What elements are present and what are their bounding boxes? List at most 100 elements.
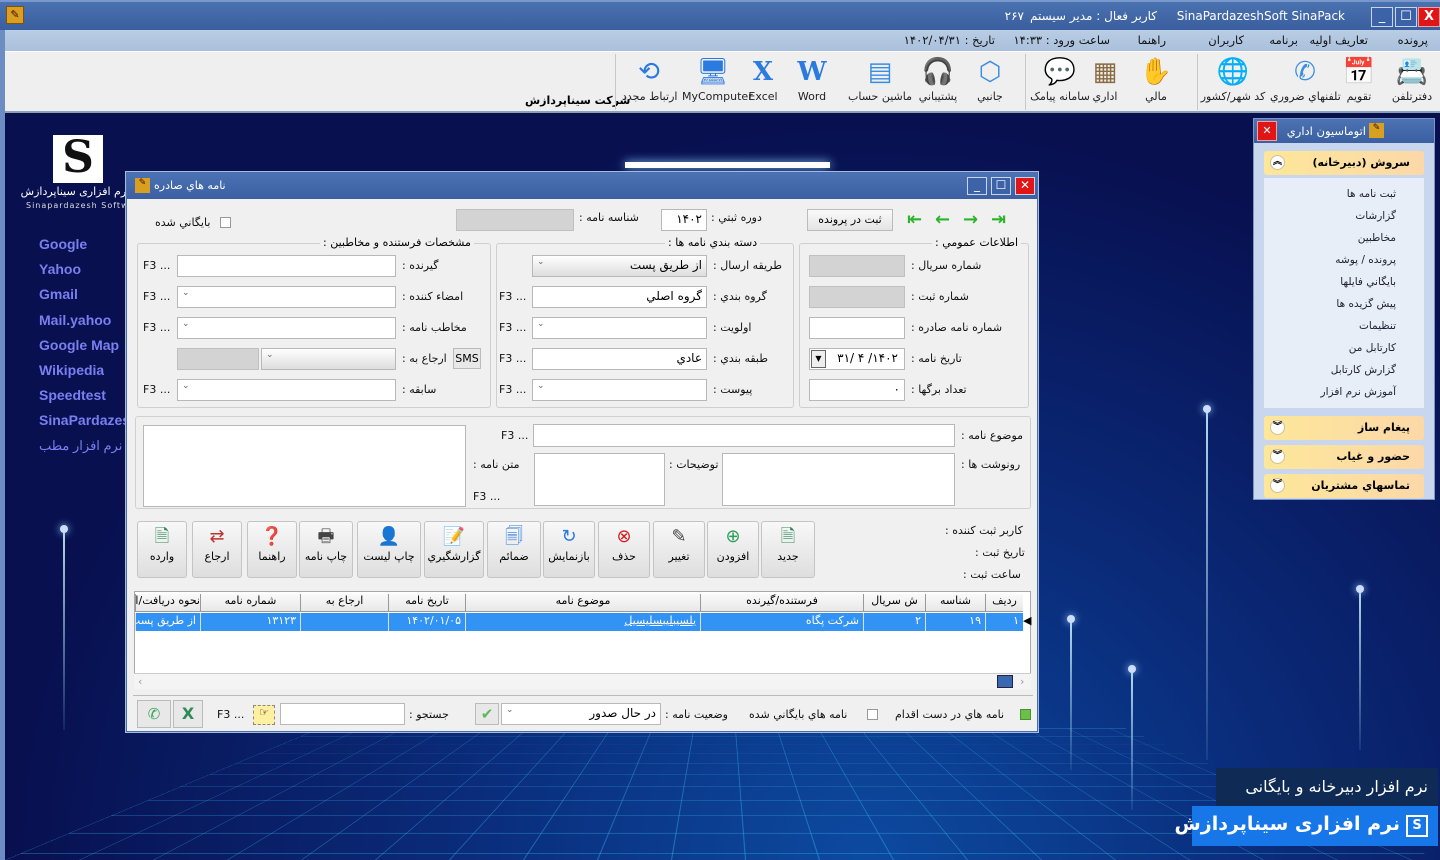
incoming-button[interactable]: 🗎 وارده <box>137 521 187 578</box>
maximize-button[interactable]: ☐ <box>1395 7 1417 27</box>
side-menu-item[interactable]: كارتابل من <box>1349 342 1396 354</box>
whatsapp-icon[interactable]: ✆ <box>137 700 171 728</box>
add-button[interactable]: ⊕ افزودن <box>707 521 759 578</box>
registration-number-field[interactable] <box>809 286 905 308</box>
minimize-button[interactable]: _ <box>1371 7 1393 27</box>
column-header[interactable]: ش سريال <box>863 594 925 612</box>
dialog-close-button[interactable]: ✕ <box>1015 177 1035 195</box>
letter-body-field[interactable] <box>143 425 466 507</box>
classification-field[interactable]: عادي <box>532 348 707 370</box>
refer-secondary-field[interactable] <box>177 348 259 370</box>
receiver-field[interactable] <box>177 255 396 277</box>
group-customer-contacts[interactable]: تماسهاي مشتريان ︾ <box>1264 474 1424 498</box>
class-lookup-button[interactable]: F3 ... <box>499 352 526 365</box>
column-header[interactable]: رديف <box>985 594 1023 612</box>
group-lookup-button[interactable]: F3 ... <box>499 290 526 303</box>
chevron-down-icon[interactable]: ︾ <box>1270 420 1285 435</box>
attachment-select[interactable]: ⌄ <box>532 379 707 401</box>
status-select[interactable]: در حال صدور ⌄ <box>501 703 661 725</box>
desktop-link[interactable]: Speedtest <box>39 387 106 403</box>
desktop-link[interactable]: Yahoo <box>39 261 81 277</box>
body-lookup-button[interactable]: F3 ... <box>473 490 500 503</box>
toolbar-sms-button[interactable]: 💬 سامانه پيامک <box>1028 54 1092 110</box>
toolbar-contacts-button[interactable]: 📇 دفترتلفن <box>1386 54 1438 110</box>
history-lookup-button[interactable]: F3 ... <box>143 383 170 396</box>
scroll-right-icon[interactable]: › <box>1020 675 1024 688</box>
send-method-select[interactable]: از طريق پست ⌄ <box>532 255 707 277</box>
menu-definitions[interactable]: تعاریف اولیه <box>1310 33 1368 47</box>
dialog-maximize-button[interactable]: ☐ <box>991 177 1011 195</box>
toolbar-money-hand-button[interactable]: ✋ مالي <box>1136 54 1176 110</box>
pages-count-field[interactable]: ۰ <box>809 379 905 401</box>
desktop-link[interactable]: Google Map <box>39 337 119 353</box>
prev-record-icon[interactable]: ← <box>935 209 950 230</box>
pending-letters-checkbox[interactable] <box>1020 709 1031 720</box>
attachments-button[interactable]: 🗐 ضمائم <box>487 521 541 578</box>
receiver-lookup-button[interactable]: F3 ... <box>143 259 170 272</box>
toolbar-box-button[interactable]: ⬡ جانبي <box>968 54 1012 110</box>
signer-select[interactable]: ⌄ <box>177 286 396 308</box>
refer-button[interactable]: ⇄ ارجاع <box>192 521 242 578</box>
side-menu-item[interactable]: ثبت نامه ها <box>1347 188 1396 200</box>
column-header[interactable]: نحوه دریافت/ارسال <box>135 594 200 612</box>
delete-button[interactable]: ⊗ حذف <box>598 521 650 578</box>
archived-checkbox[interactable] <box>220 217 231 228</box>
priority-lookup-button[interactable]: F3 ... <box>499 321 526 334</box>
side-menu-item[interactable]: تنظيمات <box>1359 320 1396 332</box>
toolbar-headset-button[interactable]: 🎧 پشتيباني <box>912 54 964 110</box>
scroll-left-icon[interactable]: ‹ <box>138 675 142 688</box>
side-menu-item[interactable]: مخاطبين <box>1358 232 1396 244</box>
help-button[interactable]: ❓ راهنما <box>247 521 297 578</box>
subject-field[interactable] <box>533 424 955 447</box>
addressee-select[interactable]: ⌄ <box>177 317 396 339</box>
search-lookup-button[interactable]: F3 ... <box>217 708 244 721</box>
apply-filter-icon[interactable]: ✔ <box>475 703 499 725</box>
dialog-minimize-button[interactable]: _ <box>967 177 987 195</box>
horizontal-scrollbar[interactable]: ‹ › <box>134 673 1031 689</box>
notes-field[interactable] <box>534 453 665 506</box>
panel-close-button[interactable]: ✕ <box>1257 121 1277 141</box>
chevron-down-icon[interactable]: ︾ <box>1270 478 1285 493</box>
desktop-link[interactable]: Wikipedia <box>39 362 104 378</box>
save-to-file-button[interactable]: ثبت در پرونده <box>807 209 893 231</box>
column-header[interactable]: شناسه <box>925 594 985 612</box>
pointer-search-icon[interactable]: ☞ <box>253 705 275 725</box>
chevron-up-icon[interactable]: ︽ <box>1270 155 1285 170</box>
new-document-button[interactable]: 🗎 جديد <box>761 521 815 578</box>
history-select[interactable]: ⌄ <box>177 379 396 401</box>
letter-id-field[interactable] <box>456 209 574 231</box>
last-record-icon[interactable]: ⇥ <box>991 209 1006 230</box>
toolbar-computer-button[interactable]: 🖥 MyComputer <box>682 54 753 110</box>
desktop-link[interactable]: Google <box>39 236 87 252</box>
column-header[interactable]: موضوع نامه <box>465 594 700 612</box>
toolbar-calculator-button[interactable]: ▤ ماشين حساب <box>846 54 914 110</box>
toolbar-reconnect-button[interactable]: ⟲ ارتباط مجدد <box>622 54 677 110</box>
toolbar-calendar-button[interactable]: 📅 تقویم <box>1339 54 1379 110</box>
column-header[interactable]: ارجاع به <box>300 594 388 612</box>
first-record-icon[interactable]: ⇤ <box>907 209 922 230</box>
copies-field[interactable] <box>722 453 955 506</box>
subject-lookup-button[interactable]: F3 ... <box>501 429 528 442</box>
priority-select[interactable]: ⌄ <box>532 317 707 339</box>
period-field[interactable]: ۱۴۰۲ <box>661 209 707 231</box>
side-menu-item[interactable]: گزارش كارتابل <box>1331 364 1396 376</box>
letter-date-field[interactable]: ۱۴۰۲/ ۴ /۳۱ ▼ <box>809 348 905 370</box>
serial-number-field[interactable] <box>809 255 905 277</box>
print-list-button[interactable]: 👤 چاپ ليست <box>357 521 421 578</box>
refresh-button[interactable]: ↻ بازنمايش <box>543 521 595 578</box>
menu-users[interactable]: کاربران <box>1208 33 1244 47</box>
column-header[interactable]: فرستنده/گيرنده <box>700 594 863 612</box>
date-dropdown-button[interactable]: ▼ <box>811 350 826 368</box>
next-record-icon[interactable]: → <box>963 209 978 230</box>
desktop-link[interactable]: SinaPardazesh <box>39 412 125 428</box>
attachment-lookup-button[interactable]: F3 ... <box>499 383 526 396</box>
excel-export-icon[interactable]: X <box>173 700 203 728</box>
toolbar-phone-button[interactable]: ✆ تلفنهاي ضروري <box>1270 54 1341 110</box>
issued-number-field[interactable] <box>809 317 905 339</box>
archived-letters-checkbox[interactable] <box>867 709 878 720</box>
refer-to-select[interactable]: ⌄ <box>261 348 396 370</box>
signer-lookup-button[interactable]: F3 ... <box>143 290 170 303</box>
menu-help[interactable]: راهنما <box>1138 33 1166 47</box>
desktop-link[interactable]: Gmail <box>39 286 78 302</box>
chevron-down-icon[interactable]: ︾ <box>1270 449 1285 464</box>
